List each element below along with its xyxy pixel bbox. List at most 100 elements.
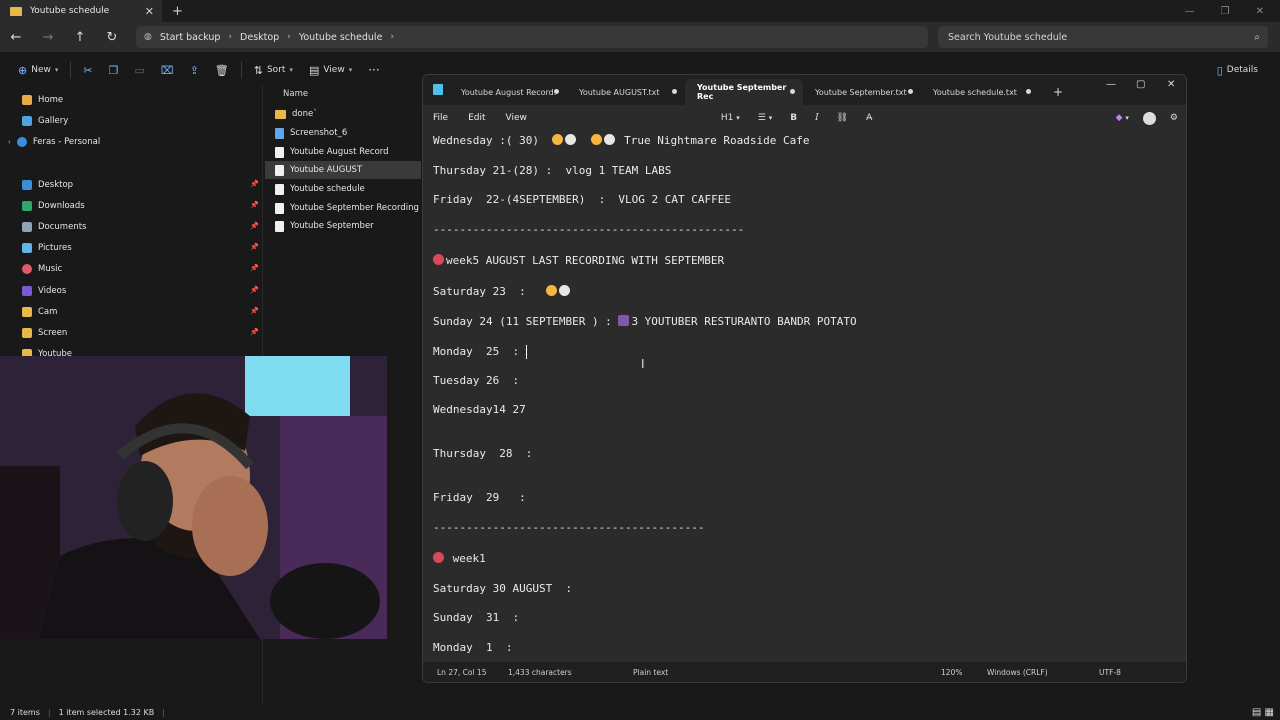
explorer-tab-title: Youtube schedule bbox=[30, 6, 110, 16]
divider: | bbox=[47, 707, 51, 717]
cursor-position[interactable]: Ln 27, Col 15 bbox=[437, 668, 486, 677]
chevron-down-icon: ▾ bbox=[1125, 114, 1129, 122]
forward-button[interactable]: → bbox=[32, 30, 64, 45]
breadcrumb[interactable]: ◍ Start backup › Desktop › Youtube sched… bbox=[136, 26, 928, 48]
column-header-name[interactable]: Name bbox=[283, 89, 308, 99]
sidebar-item-documents[interactable]: Documents bbox=[22, 218, 86, 236]
tab-youtube-august-record[interactable]: Youtube August Record. bbox=[449, 79, 567, 105]
list-item[interactable]: done` bbox=[265, 105, 421, 123]
list-item[interactable]: Youtube August Record bbox=[265, 143, 421, 161]
details-button[interactable]: ▯ Details bbox=[1209, 64, 1266, 77]
file-name: Youtube schedule bbox=[290, 184, 365, 194]
line-text: True Nightmare Roadside Cafe bbox=[617, 134, 810, 147]
sidebar-item-desktop[interactable]: Desktop bbox=[22, 176, 73, 194]
breadcrumb-youtube-schedule[interactable]: Youtube schedule bbox=[299, 32, 383, 43]
view-toggle-icons[interactable]: ▤ ▦ bbox=[1252, 707, 1274, 718]
sidebar-item-personal[interactable]: › Feras - Personal bbox=[8, 133, 100, 151]
sidebar-item-videos[interactable]: Videos bbox=[22, 282, 66, 300]
zoom-level[interactable]: 120% bbox=[941, 668, 962, 677]
back-button[interactable]: ← bbox=[0, 30, 32, 45]
share-button[interactable]: ⇪ bbox=[182, 64, 207, 77]
sidebar-item-downloads[interactable]: Downloads bbox=[22, 197, 85, 215]
sort-button[interactable]: ⇅ Sort ▾ bbox=[246, 64, 301, 77]
view-label: View bbox=[323, 65, 345, 75]
up-button[interactable]: ↑ bbox=[64, 30, 96, 45]
chevron-right-icon: › bbox=[228, 32, 233, 42]
gear-icon[interactable]: ⚙ bbox=[1170, 113, 1178, 123]
delete-button[interactable]: 🗑 bbox=[207, 64, 237, 77]
heading-dropdown[interactable]: H1 ▾ bbox=[721, 113, 740, 123]
maximize-button[interactable]: ❐ bbox=[1221, 6, 1230, 17]
selection-info: 1 item selected 1.32 KB bbox=[58, 707, 155, 717]
sidebar-item-label: Gallery bbox=[38, 116, 69, 126]
list-dropdown[interactable]: ☰ ▾ bbox=[758, 113, 772, 123]
refresh-button[interactable]: ↻ bbox=[96, 30, 128, 45]
list-item-selected[interactable]: Youtube AUGUST bbox=[265, 161, 421, 179]
sidebar-item-pictures[interactable]: Pictures bbox=[22, 239, 72, 257]
close-button[interactable]: ✕ bbox=[1256, 6, 1264, 17]
copilot-button[interactable]: ◆ ▾ bbox=[1116, 113, 1129, 123]
screaming-face-emoji bbox=[552, 134, 564, 145]
bold-button[interactable]: B bbox=[790, 113, 797, 123]
close-button[interactable]: ✕ bbox=[1167, 79, 1175, 90]
line-text: :( 30) bbox=[499, 134, 553, 147]
line-text: week1 bbox=[446, 552, 486, 565]
breadcrumb-desktop[interactable]: Desktop bbox=[240, 32, 279, 43]
explorer-statusbar: 7 items | 1 item selected 1.32 KB | ▤ ▦ bbox=[0, 704, 1280, 720]
heading-label: H1 bbox=[720, 113, 734, 123]
list-item[interactable]: Youtube September Recording bbox=[265, 199, 421, 217]
pin-icon: 📌 bbox=[250, 222, 259, 230]
sidebar-item-label: Feras - Personal bbox=[32, 137, 101, 147]
list-item[interactable]: Youtube schedule bbox=[265, 180, 421, 198]
sidebar-item-label: Music bbox=[38, 264, 63, 274]
menu-edit[interactable]: Edit bbox=[458, 113, 495, 123]
account-avatar[interactable] bbox=[1142, 111, 1156, 125]
tab-youtube-september-rec[interactable]: Youtube September Rec bbox=[685, 79, 803, 105]
italic-button[interactable]: I bbox=[815, 113, 819, 123]
link-button[interactable]: ⛓ bbox=[837, 113, 848, 123]
new-tab-button[interactable]: + bbox=[1039, 79, 1063, 105]
text-caret bbox=[526, 345, 527, 359]
sidebar-item-screen[interactable]: Screen bbox=[22, 324, 67, 342]
more-button[interactable]: ··· bbox=[360, 63, 387, 77]
line-ending[interactable]: Windows (CRLF) bbox=[987, 668, 1048, 677]
sidebar-item-gallery[interactable]: Gallery bbox=[22, 112, 68, 130]
desktop-icon bbox=[22, 180, 32, 190]
file-type[interactable]: Plain text bbox=[633, 668, 668, 677]
new-button[interactable]: ⊕ New ▾ bbox=[10, 64, 66, 77]
sidebar-item-cam[interactable]: Cam bbox=[22, 303, 57, 321]
divider bbox=[70, 61, 72, 79]
sort-label: Sort bbox=[266, 65, 286, 75]
sidebar-item-music[interactable]: Music bbox=[22, 260, 62, 278]
encoding[interactable]: UTF-8 bbox=[1099, 668, 1121, 677]
clear-format-button[interactable]: A̶ bbox=[866, 113, 872, 123]
sidebar-item-home[interactable]: Home bbox=[22, 91, 63, 109]
sort-icon: ⇅ bbox=[253, 63, 263, 77]
text-editor[interactable]: Wednesday :( 30) True Nightmare Roadside… bbox=[423, 131, 1186, 662]
minimize-button[interactable]: — bbox=[1185, 6, 1195, 17]
text-line: Friday 22-(4SEPTEMBER) : VLOG 2 CAT CAFF… bbox=[433, 193, 732, 206]
ibeam-cursor-icon: I bbox=[641, 357, 645, 371]
new-tab-button[interactable]: + bbox=[172, 4, 183, 19]
tab-youtube-schedule[interactable]: Youtube schedule.txt bbox=[921, 79, 1039, 105]
breadcrumb-start-backup[interactable]: Start backup bbox=[160, 32, 221, 43]
minimize-button[interactable]: — bbox=[1106, 79, 1116, 90]
list-item[interactable]: Screenshot_6 bbox=[265, 124, 421, 142]
view-button[interactable]: ▤ View ▾ bbox=[301, 64, 360, 77]
copy-button[interactable]: ❐ bbox=[101, 64, 127, 77]
close-icon[interactable]: ✕ bbox=[145, 5, 154, 18]
paste-button[interactable]: ▭ bbox=[126, 64, 152, 77]
text-line: Friday 29 : bbox=[433, 491, 526, 504]
backup-icon: ◍ bbox=[144, 32, 152, 42]
tab-youtube-august[interactable]: Youtube AUGUST.txt bbox=[567, 79, 685, 105]
explorer-tab[interactable]: Youtube schedule ✕ bbox=[0, 0, 162, 22]
menu-file[interactable]: File bbox=[423, 113, 458, 123]
rename-button[interactable]: ⌧ bbox=[153, 64, 182, 77]
menu-view[interactable]: View bbox=[496, 113, 537, 123]
search-input[interactable]: Search Youtube schedule ⌕ bbox=[938, 26, 1268, 48]
list-item[interactable]: Youtube September bbox=[265, 217, 421, 235]
tab-youtube-september[interactable]: Youtube September.txt bbox=[803, 79, 921, 105]
maximize-button[interactable]: ▢ bbox=[1136, 79, 1145, 90]
cut-button[interactable]: ✂ bbox=[75, 64, 100, 77]
text-line: Monday 1 : bbox=[433, 641, 513, 654]
